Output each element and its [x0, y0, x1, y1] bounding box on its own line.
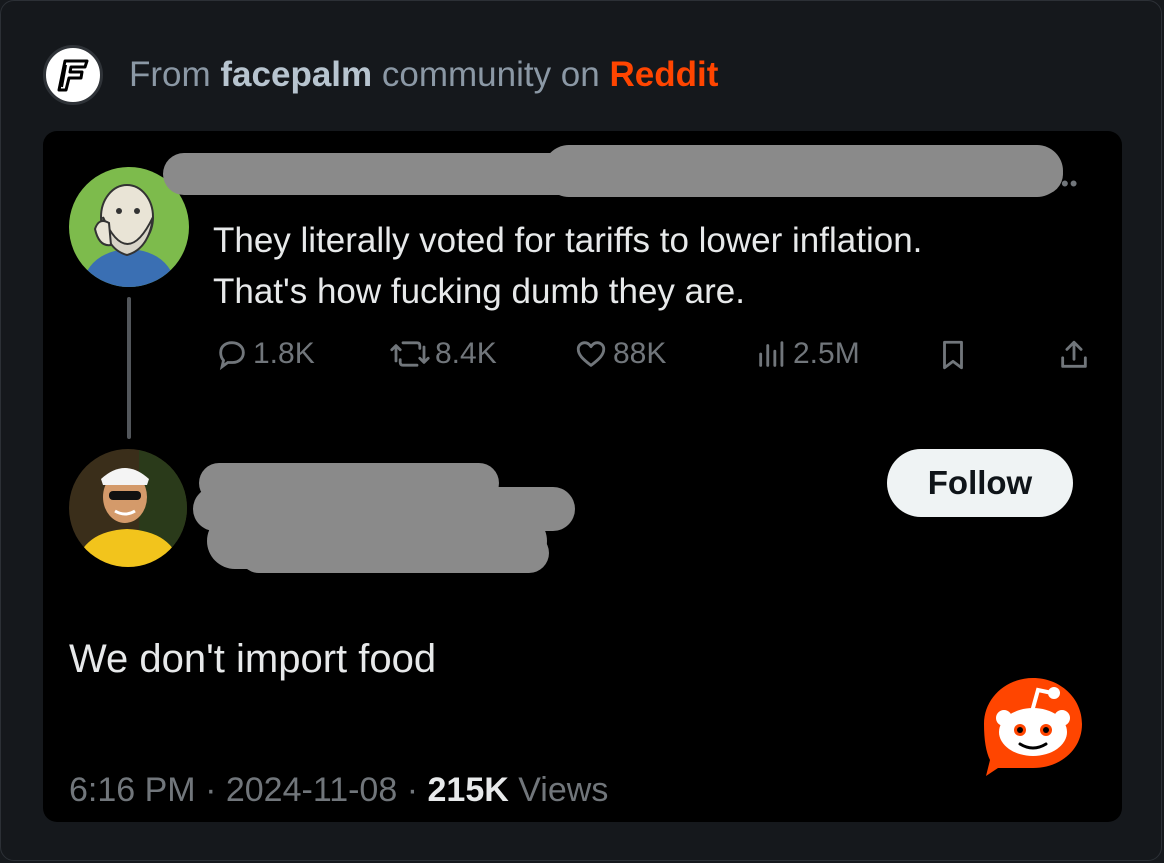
repost-count: 8.4K: [435, 337, 497, 370]
post-views-label: Views: [518, 771, 609, 809]
source-header: From facepalm community on Reddit: [43, 45, 718, 105]
share-icon: [1061, 340, 1087, 368]
reply-action[interactable]: 1.8K: [215, 337, 315, 371]
community-name[interactable]: facepalm: [220, 55, 372, 94]
views-action[interactable]: 2.5M: [755, 337, 860, 371]
repost-action[interactable]: 8.4K: [389, 337, 497, 371]
heart-icon: [576, 341, 606, 367]
reply-count: 1.8K: [253, 337, 315, 370]
source-middle: community on: [381, 55, 600, 94]
post-text-line-1: They literally voted for tariffs to lowe…: [213, 221, 923, 260]
like-count: 88K: [613, 337, 667, 370]
platform-name[interactable]: Reddit: [609, 55, 718, 94]
facepalm-community-logo-icon[interactable]: [43, 45, 103, 105]
meta-separator-2: ·: [406, 771, 419, 809]
post-actions-bar: 1.8K 8.4K 88K 2.5M: [43, 337, 1122, 377]
source-text: From facepalm community on Reddit: [129, 55, 718, 95]
meta-separator-1: ·: [205, 771, 217, 809]
like-action[interactable]: 88K: [573, 337, 666, 371]
follow-button[interactable]: Follow: [887, 449, 1073, 517]
post-text-line-2: That's how fucking dumb they are.: [213, 272, 745, 311]
bookmark-icon: [943, 340, 963, 370]
embedded-post-card: •• They literally voted for tariffs to l…: [43, 131, 1122, 822]
reply-post-text: We don't import food: [69, 637, 437, 681]
screenshot-frame: From facepalm community on Reddit •• The…: [0, 0, 1162, 861]
post-views-count: 215K: [427, 771, 509, 809]
source-prefix: From: [129, 55, 211, 94]
more-options-icon[interactable]: ••: [1061, 171, 1078, 197]
reddit-snoo-icon: [980, 674, 1086, 783]
redacted-reply-handle-2: [239, 533, 549, 573]
redacted-handle: [543, 145, 1063, 197]
reply-post-meta: 6:16 PM · 2024-11-08 · 215K Views: [69, 771, 608, 810]
reply-icon: [219, 341, 245, 371]
reply-author-avatar[interactable]: [69, 449, 187, 567]
bookmark-action[interactable]: [936, 337, 974, 373]
post-time[interactable]: 6:16 PM: [69, 771, 196, 809]
views-count: 2.5M: [793, 337, 860, 370]
post-date[interactable]: 2024-11-08: [226, 771, 397, 809]
analytics-icon: [759, 341, 784, 367]
share-action[interactable]: [1057, 337, 1095, 373]
original-post-text: They literally voted for tariffs to lowe…: [213, 215, 1093, 317]
repost-icon: [390, 341, 430, 367]
